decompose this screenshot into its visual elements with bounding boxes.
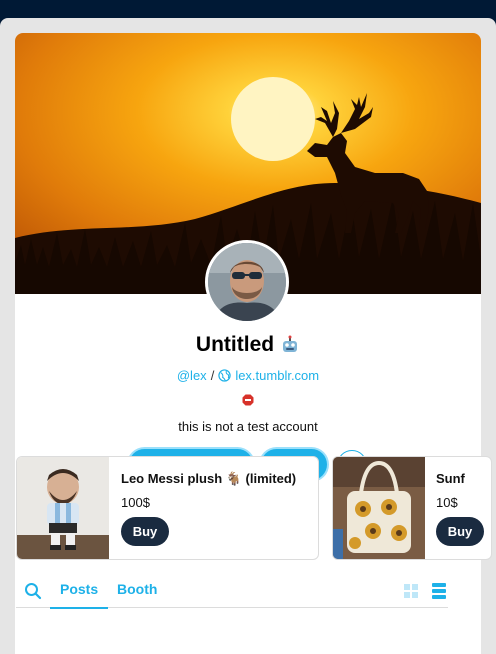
blog-title: Untitled [15, 333, 481, 357]
product-card[interactable]: Sunf 10$ Buy [332, 456, 492, 560]
avatar[interactable] [205, 240, 289, 324]
blog-description: this is not a test account [178, 419, 318, 434]
robot-icon [283, 335, 298, 352]
blog-profile-card: Untitled @lex / lex.tumblr.com this is n… [15, 33, 481, 654]
product-card[interactable]: Leo Messi plush 🐐 (limited) 100$ Buy [16, 456, 319, 560]
blog-url-link[interactable]: lex.tumblr.com [235, 368, 319, 383]
product-image [333, 457, 425, 559]
blog-handle[interactable]: @lex [177, 368, 207, 383]
list-icon[interactable] [431, 582, 447, 600]
stop-badge-icon [242, 394, 254, 406]
buy-button[interactable]: Buy [436, 517, 484, 546]
blog-title-text: Untitled [195, 333, 275, 356]
tab-booth[interactable]: Booth [117, 581, 157, 597]
blog-handle-line: @lex / lex.tumblr.com [15, 368, 481, 383]
handle-separator: / [210, 368, 215, 383]
blog-tabs: Posts Booth [16, 576, 448, 609]
tab-posts[interactable]: Posts [49, 581, 109, 609]
product-price: 100$ [121, 495, 150, 510]
product-price: 10$ [436, 495, 458, 510]
search-icon[interactable] [24, 582, 42, 600]
product-name: Leo Messi plush 🐐 (limited) [121, 471, 297, 486]
globe-icon [218, 369, 231, 382]
product-name: Sunf [436, 471, 465, 486]
product-image [17, 457, 109, 559]
buy-button[interactable]: Buy [121, 517, 169, 546]
grid-icon[interactable] [403, 583, 419, 599]
